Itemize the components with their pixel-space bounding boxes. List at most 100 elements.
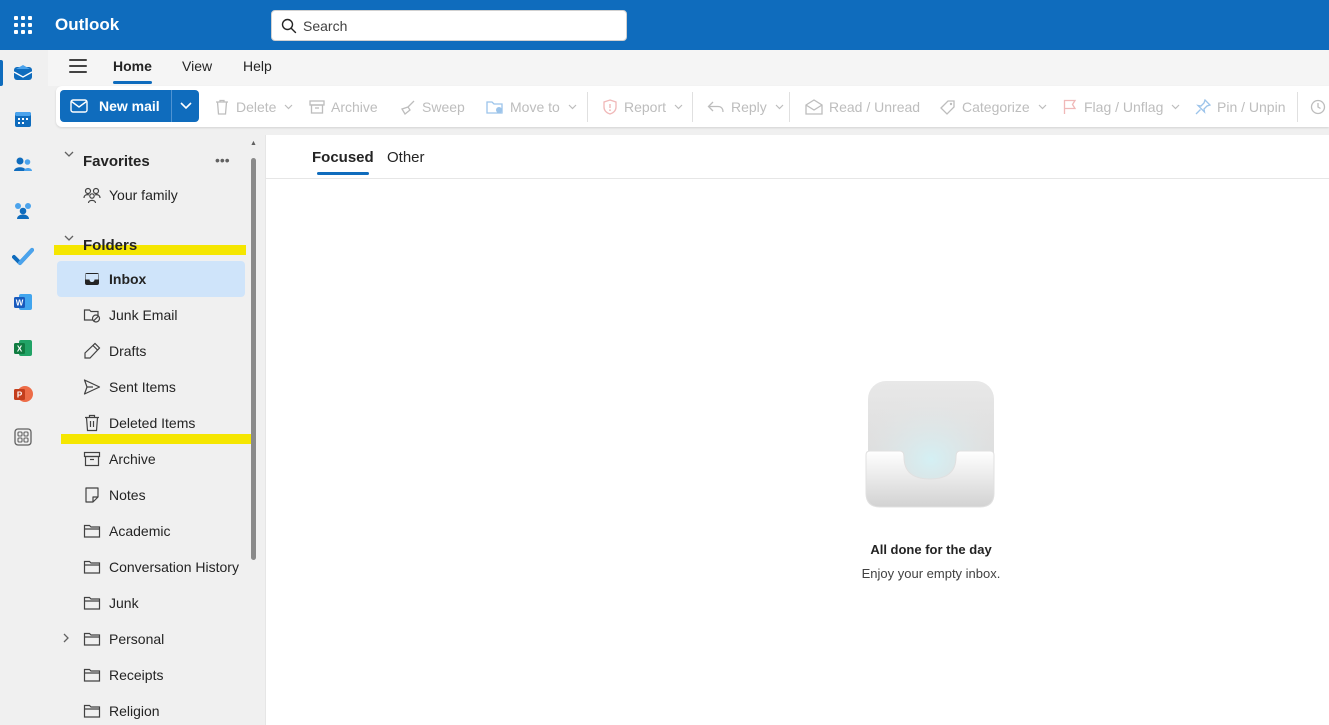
word-icon[interactable]: W <box>8 287 38 317</box>
mail-compose-icon <box>70 99 88 113</box>
apps-icon[interactable] <box>8 422 38 452</box>
folder-label: Deleted Items <box>109 415 196 431</box>
chevron-down-icon <box>568 104 577 110</box>
folder-label: Conversation History <box>109 559 239 575</box>
calendar-icon[interactable] <box>8 104 38 134</box>
folder-label: Notes <box>109 487 146 503</box>
folder-label: Academic <box>109 523 171 539</box>
folder-junk[interactable]: Junk <box>57 585 245 621</box>
tab-focused[interactable]: Focused <box>312 149 374 175</box>
move-to-label: Move to <box>510 99 560 115</box>
snooze-button[interactable] <box>1310 97 1329 117</box>
favorite-your-family[interactable]: Your family <box>57 177 245 213</box>
flag-icon <box>1063 99 1077 114</box>
word-letter: W <box>16 299 24 308</box>
folder-inbox[interactable]: Inbox <box>57 261 245 297</box>
tab-view[interactable]: View <box>182 58 212 74</box>
favorites-header[interactable]: Favorites ••• <box>48 139 253 175</box>
tab-other[interactable]: Other <box>387 149 425 166</box>
move-to-button[interactable]: Move to <box>486 97 577 117</box>
app-title[interactable]: Outlook <box>55 15 119 35</box>
search-input[interactable] <box>303 17 613 35</box>
folder-notes[interactable]: Notes <box>57 477 245 513</box>
folder-label: Junk <box>109 595 139 611</box>
search-icon <box>281 18 297 34</box>
folder-label: Religion <box>109 703 160 719</box>
excel-icon[interactable]: X <box>8 333 38 363</box>
chevron-down-icon <box>285 104 293 110</box>
chevron-down-icon[interactable] <box>64 151 74 158</box>
todo-check-icon[interactable] <box>8 241 38 271</box>
flag-unflag-button[interactable]: Flag / Unflag <box>1062 97 1180 117</box>
chevron-right-icon[interactable] <box>63 633 70 643</box>
scroll-up-arrow-icon[interactable]: ▲ <box>250 140 257 147</box>
tag-icon <box>940 100 955 115</box>
drafts-icon <box>84 342 101 359</box>
folder-receipts[interactable]: Receipts <box>57 657 245 693</box>
folder-icon <box>83 524 101 538</box>
trash-icon <box>216 99 228 115</box>
chevron-down-icon[interactable] <box>180 102 192 110</box>
message-list-pane: Focused Other All done for the day Enjoy… <box>265 135 1329 725</box>
trash-icon <box>85 414 99 432</box>
powerpoint-icon[interactable]: P <box>8 379 38 409</box>
folder-religion[interactable]: Religion <box>57 693 245 725</box>
folder-label: Junk Email <box>109 307 178 323</box>
folder-icon <box>83 668 101 682</box>
separator <box>789 92 790 122</box>
folder-personal[interactable]: Personal <box>57 621 245 657</box>
search-box[interactable] <box>271 10 627 41</box>
new-mail-button[interactable]: New mail <box>60 90 199 122</box>
folder-pane-scrollbar[interactable] <box>251 158 256 560</box>
categorize-button[interactable]: Categorize <box>940 97 1047 117</box>
inbox-icon <box>85 273 99 285</box>
people-icon[interactable] <box>8 150 38 180</box>
folder-label: Archive <box>109 451 156 467</box>
folders-label: Folders <box>83 237 138 254</box>
pin-unpin-label: Pin / Unpin <box>1217 99 1286 115</box>
archive-label: Archive <box>331 99 378 115</box>
chevron-down-icon <box>775 104 784 110</box>
rail-active-indicator <box>0 60 3 86</box>
chevron-down-icon[interactable] <box>64 235 74 242</box>
folders-header[interactable]: Folders <box>48 223 253 259</box>
read-unread-label: Read / Unread <box>829 99 921 115</box>
read-unread-button[interactable]: Read / Unread <box>805 97 920 117</box>
mail-icon[interactable] <box>8 58 38 88</box>
folder-icon <box>83 560 101 574</box>
folder-junk-email[interactable]: Junk Email <box>57 297 245 333</box>
folder-academic[interactable]: Academic <box>57 513 245 549</box>
reply-button[interactable]: Reply <box>707 97 784 117</box>
empty-state-subtitle: Enjoy your empty inbox. <box>861 566 1001 581</box>
pin-icon <box>1195 99 1211 115</box>
groups-icon[interactable] <box>8 195 38 225</box>
family-icon <box>83 187 101 204</box>
report-button[interactable]: Report <box>602 97 683 117</box>
chevron-down-icon <box>1038 104 1047 110</box>
folder-conversation-history[interactable]: Conversation History <box>57 549 245 585</box>
split-divider <box>171 90 172 122</box>
tab-help[interactable]: Help <box>243 58 272 74</box>
reply-icon <box>707 101 724 113</box>
archive-icon <box>309 100 325 114</box>
delete-label: Delete <box>236 99 277 115</box>
archive-button[interactable]: Archive <box>309 97 378 117</box>
categorize-label: Categorize <box>962 99 1030 115</box>
clock-icon <box>1310 99 1326 115</box>
more-options-icon[interactable]: ••• <box>215 152 230 168</box>
folder-drafts[interactable]: Drafts <box>57 333 245 369</box>
hamburger-menu-icon[interactable] <box>69 59 87 75</box>
folder-sent-items[interactable]: Sent Items <box>57 369 245 405</box>
folder-icon <box>83 596 101 610</box>
folder-move-icon <box>486 101 503 114</box>
folder-archive[interactable]: Archive <box>57 441 245 477</box>
chevron-down-icon <box>674 104 683 110</box>
pin-unpin-button[interactable]: Pin / Unpin <box>1195 97 1285 117</box>
sweep-label: Sweep <box>422 99 465 115</box>
delete-button[interactable]: Delete <box>214 97 293 117</box>
sweep-button[interactable]: Sweep <box>400 97 465 117</box>
app-launcher-icon[interactable] <box>12 14 34 36</box>
shield-icon <box>603 99 617 115</box>
tab-home[interactable]: Home <box>113 58 152 84</box>
powerpoint-letter: P <box>17 391 23 400</box>
